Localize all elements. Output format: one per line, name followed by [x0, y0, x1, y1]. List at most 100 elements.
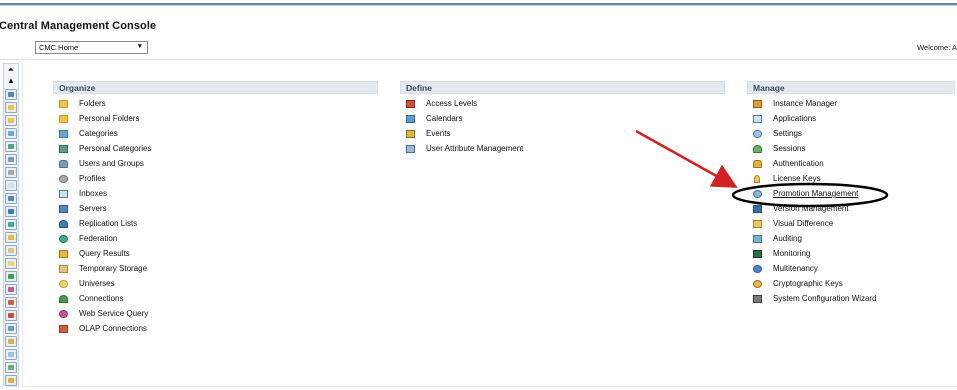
item-label: Inboxes	[79, 189, 108, 198]
instance-manager-icon	[753, 100, 762, 108]
applications-icon	[753, 115, 762, 123]
manage-item-system-configuration-wizard[interactable]: System Configuration Wizard	[747, 292, 955, 307]
user-attribute-icon	[406, 145, 415, 153]
toolbar-sessions-icon[interactable]	[5, 362, 17, 373]
organize-item-replication-lists[interactable]: Replication Lists	[53, 217, 378, 232]
organize-item-personal-categories[interactable]: Personal Categories	[53, 142, 378, 157]
organize-item-web-service-query[interactable]: Web Service Query	[53, 307, 378, 322]
organize-item-personal-folders[interactable]: Personal Folders	[53, 112, 378, 127]
organize-item-folders[interactable]: Folders	[53, 97, 378, 112]
manage-item-multitenancy[interactable]: Multitenancy	[747, 262, 955, 277]
toolbar-folder-icon[interactable]	[5, 102, 17, 113]
item-label: Promotion Management	[773, 189, 859, 198]
top-rule-shadow	[0, 5, 957, 6]
manage-item-visual-difference[interactable]: Visual Difference	[747, 217, 955, 232]
item-label: Visual Difference	[773, 219, 834, 228]
toolbar-connection-icon[interactable]	[5, 271, 17, 282]
manage-item-monitoring[interactable]: Monitoring	[747, 247, 955, 262]
promotion-icon	[753, 190, 762, 198]
manage-item-auditing[interactable]: Auditing	[747, 232, 955, 247]
item-label: Profiles	[79, 174, 106, 183]
monitoring-icon	[753, 250, 762, 258]
header-divider	[0, 59, 957, 60]
define-header: Define	[400, 81, 725, 94]
home-select[interactable]: CMC Home ▼	[35, 41, 148, 54]
manage-item-instance-manager[interactable]: Instance Manager	[747, 97, 955, 112]
manage-item-license-keys[interactable]: License Keys	[747, 172, 955, 187]
organize-item-universes[interactable]: Universes	[53, 277, 378, 292]
manage-item-promotion-management[interactable]: Promotion Management	[747, 187, 955, 202]
organize-item-olap-connections[interactable]: OLAP Connections	[53, 322, 378, 337]
organize-header: Organize	[53, 81, 378, 94]
item-label: System Configuration Wizard	[773, 294, 877, 303]
item-label: Sessions	[773, 144, 806, 153]
profiles-icon	[59, 175, 68, 183]
manage-item-sessions[interactable]: Sessions	[747, 142, 955, 157]
toolbar-temp-storage-icon[interactable]	[5, 245, 17, 256]
manage-item-version-management[interactable]: Version Management	[747, 202, 955, 217]
manage-section: Manage Instance Manager Applications Set…	[747, 81, 955, 307]
temporary-storage-icon	[59, 265, 68, 273]
toolbar-users-icon[interactable]	[5, 154, 17, 165]
manage-item-applications[interactable]: Applications	[747, 112, 955, 127]
item-label: Settings	[773, 129, 802, 138]
item-label: Universes	[79, 279, 115, 288]
toolbar-personal-categories-icon[interactable]	[5, 141, 17, 152]
scroll-up-icon[interactable]: ▲	[5, 75, 17, 87]
toolbar-universe-icon[interactable]	[5, 258, 17, 269]
item-label: Replication Lists	[79, 219, 138, 228]
item-label: Query Results	[79, 249, 130, 258]
organize-item-servers[interactable]: Servers	[53, 202, 378, 217]
toolbar-web-service-icon[interactable]	[5, 284, 17, 295]
define-item-events[interactable]: Events	[400, 127, 725, 142]
manage-item-settings[interactable]: Settings	[747, 127, 955, 142]
toolbar-calendar-icon[interactable]	[5, 323, 17, 334]
organize-item-categories[interactable]: Categories	[53, 127, 378, 142]
toolbar-query-icon[interactable]	[5, 232, 17, 243]
define-item-user-attribute-management[interactable]: User Attribute Management	[400, 142, 725, 157]
personal-categories-icon	[59, 145, 68, 153]
toolbar-olap-icon[interactable]	[5, 297, 17, 308]
toolbar-events-icon[interactable]	[5, 336, 17, 347]
toolbar-profiles-icon[interactable]	[5, 167, 17, 178]
toolbar-inbox-icon[interactable]	[5, 180, 17, 191]
access-levels-icon	[406, 100, 415, 108]
organize-list: Folders Personal Folders Categories Pers…	[53, 94, 378, 337]
users-groups-icon	[59, 160, 68, 168]
manage-item-authentication[interactable]: Authentication	[747, 157, 955, 172]
item-label: Applications	[773, 114, 817, 123]
item-label: Instance Manager	[773, 99, 838, 108]
toolbar-replication-icon[interactable]	[5, 206, 17, 217]
toolbar-info-icon[interactable]	[5, 349, 17, 360]
organize-item-profiles[interactable]: Profiles	[53, 172, 378, 187]
universe-icon	[59, 280, 68, 288]
organize-item-inboxes[interactable]: Inboxes	[53, 187, 378, 202]
license-key-icon	[754, 175, 760, 183]
toolbar-personal-folder-icon[interactable]	[5, 115, 17, 126]
item-label: Categories	[79, 129, 118, 138]
calendar-icon	[406, 115, 415, 123]
define-item-access-levels[interactable]: Access Levels	[400, 97, 725, 112]
organize-item-connections[interactable]: Connections	[53, 292, 378, 307]
toolbar-auth-icon[interactable]	[5, 375, 17, 386]
query-results-icon	[59, 250, 68, 258]
manage-item-cryptographic-keys[interactable]: Cryptographic Keys	[747, 277, 955, 292]
organize-item-users-groups[interactable]: Users and Groups	[53, 157, 378, 172]
item-label: Personal Categories	[79, 144, 152, 153]
define-item-calendars[interactable]: Calendars	[400, 112, 725, 127]
toolbar-access-icon[interactable]	[5, 310, 17, 321]
chevron-down-icon: ▼	[136, 43, 143, 50]
settings-icon	[753, 130, 762, 138]
toolbar-federation-icon[interactable]	[5, 219, 17, 230]
federation-icon	[59, 235, 68, 243]
organize-item-federation[interactable]: Federation	[53, 232, 378, 247]
item-label: Events	[426, 129, 451, 138]
toolbar-server-icon[interactable]	[5, 193, 17, 204]
manage-header: Manage	[747, 81, 955, 94]
item-label: Multitenancy	[773, 264, 818, 273]
define-section: Define Access Levels Calendars Events Us…	[400, 81, 725, 157]
organize-item-query-results[interactable]: Query Results	[53, 247, 378, 262]
toolbar-categories-icon[interactable]	[5, 128, 17, 139]
toolbar-home-icon[interactable]	[5, 89, 17, 100]
organize-item-temporary-storage[interactable]: Temporary Storage	[53, 262, 378, 277]
